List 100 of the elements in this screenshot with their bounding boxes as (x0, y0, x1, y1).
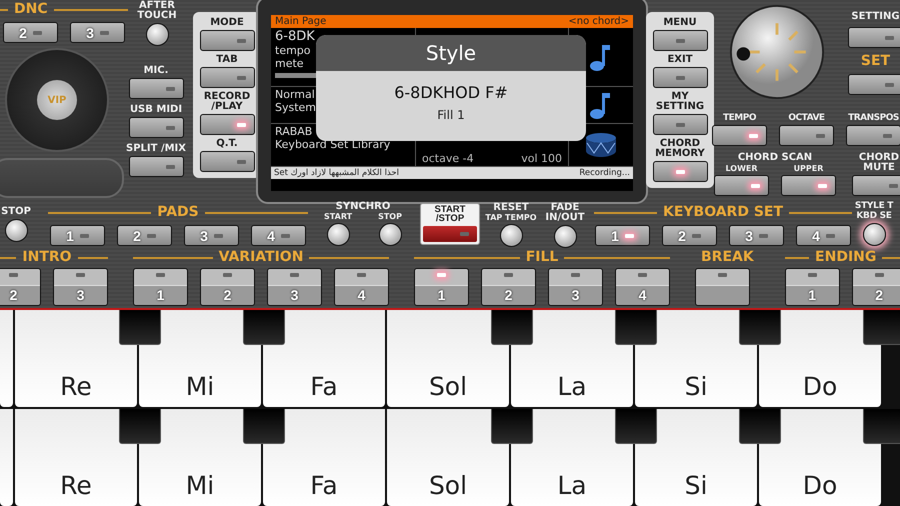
page-title: Main Page (275, 16, 326, 27)
section-button[interactable]: 2 (852, 268, 900, 306)
panel-button[interactable]: 4 (796, 225, 851, 246)
button-label: TAP TEMPO (485, 213, 537, 222)
section-button[interactable]: 3 (548, 268, 603, 306)
note-label: Si (684, 372, 708, 401)
panel-button[interactable] (846, 125, 900, 146)
note-label: Fa (310, 471, 338, 500)
panel-button[interactable] (779, 125, 834, 146)
sharp-key[interactable] (119, 409, 161, 444)
jog-wheel[interactable]: VIP (5, 48, 109, 152)
music-note-icon (590, 90, 612, 120)
panel-button[interactable] (200, 67, 254, 88)
section-label: FILL (526, 250, 558, 265)
note-label: La (557, 372, 587, 401)
section-label: KEYBOARD SET (662, 205, 784, 220)
sharp-key[interactable] (615, 310, 657, 345)
section-button[interactable]: 1 (784, 268, 840, 306)
panel-button[interactable]: 3 (729, 225, 784, 246)
piano-key[interactable]: Sol (387, 409, 509, 506)
panel-button[interactable] (852, 175, 900, 196)
section-button[interactable]: 1 (414, 268, 469, 306)
sharp-key[interactable] (491, 409, 533, 444)
panel-button[interactable]: 3 (184, 225, 239, 246)
piano-key[interactable]: Fa (263, 310, 385, 407)
button-label: RESET (493, 203, 529, 213)
section-label: VARIATION (218, 250, 304, 265)
panel-button[interactable] (652, 161, 708, 182)
panel-button[interactable] (652, 114, 708, 135)
knob[interactable] (146, 23, 168, 46)
sharp-key[interactable] (491, 310, 533, 345)
knob[interactable] (378, 223, 402, 246)
chord-readout: <no chord> (568, 16, 629, 27)
panel-button[interactable]: 1 (50, 225, 105, 246)
knob[interactable] (4, 219, 28, 242)
panel-button[interactable] (200, 114, 254, 135)
knob[interactable] (326, 223, 350, 246)
data-dial[interactable] (729, 4, 825, 100)
panel-button[interactable] (128, 156, 184, 177)
note-label: La (557, 471, 587, 500)
panel-button[interactable] (128, 78, 184, 99)
button-label: FADE IN/OUT (544, 203, 586, 223)
piano-key[interactable]: Re (15, 310, 137, 407)
panel-button[interactable]: 4 (251, 225, 306, 246)
section-button[interactable]: 3 (267, 268, 322, 306)
panel-button[interactable] (200, 151, 254, 172)
knob[interactable] (554, 225, 576, 248)
panel-button[interactable] (781, 175, 836, 196)
button-label: SPLIT /MIX (125, 144, 187, 154)
section-button[interactable]: 4 (615, 268, 670, 306)
sharp-key[interactable] (615, 409, 657, 444)
panel-button[interactable]: 2 (662, 225, 717, 246)
start-stop-button[interactable]: START /STOP (420, 203, 480, 245)
sharp-key[interactable] (243, 310, 285, 345)
note-label: Re (60, 471, 92, 500)
button-label: SYNCHRO (336, 202, 390, 212)
section-button[interactable]: 2 (481, 268, 536, 306)
panel-button[interactable] (200, 30, 254, 51)
section-button[interactable]: 1 (133, 268, 188, 306)
note-label: Fa (310, 372, 338, 401)
piano-key[interactable]: Fa (263, 409, 385, 506)
panel-button[interactable] (712, 125, 767, 146)
sharp-key[interactable] (243, 409, 285, 444)
sharp-key[interactable] (863, 409, 900, 444)
section-button[interactable]: 3 (53, 268, 108, 306)
sharp-key[interactable] (739, 409, 781, 444)
sharp-key[interactable] (119, 310, 161, 345)
panel-button[interactable]: 3 (70, 22, 125, 43)
note-label: Do (802, 372, 838, 401)
button-label: MODE (209, 18, 245, 28)
button-label: LOWER (725, 164, 758, 173)
panel-button[interactable] (714, 175, 769, 196)
note-label: Mi (186, 372, 214, 401)
panel-button[interactable] (848, 27, 900, 48)
panel-button[interactable]: 2 (117, 225, 172, 246)
knob[interactable] (500, 224, 522, 247)
octave-readout: octave -4 (422, 152, 474, 165)
note-label: Sol (428, 372, 468, 401)
section-button[interactable]: 4 (334, 268, 389, 306)
section-button[interactable] (695, 268, 750, 306)
section-label: DNC (14, 2, 48, 17)
panel-button[interactable]: 2 (3, 22, 58, 43)
sharp-key[interactable] (863, 310, 900, 345)
piano-key[interactable]: Re (15, 409, 137, 506)
button-label: START (324, 212, 352, 221)
button-label: USB MIDI (128, 105, 184, 115)
panel-button[interactable] (128, 117, 184, 138)
panel-button[interactable]: 1 (595, 225, 650, 246)
section-button[interactable]: 2 (200, 268, 255, 306)
section-button[interactable]: 2 (0, 268, 41, 306)
panel-button[interactable] (652, 30, 708, 51)
piano-key[interactable]: Sol (387, 310, 509, 407)
note-label: Mi (186, 471, 214, 500)
knob[interactable] (862, 223, 886, 246)
section-label: BREAK (701, 250, 754, 265)
panel-button[interactable] (848, 74, 900, 95)
button-label: EXIT (666, 55, 694, 65)
style-variation: Fill 1 (437, 108, 465, 122)
button-label: CHORD MEMORY (654, 139, 706, 159)
panel-button[interactable] (652, 67, 708, 88)
